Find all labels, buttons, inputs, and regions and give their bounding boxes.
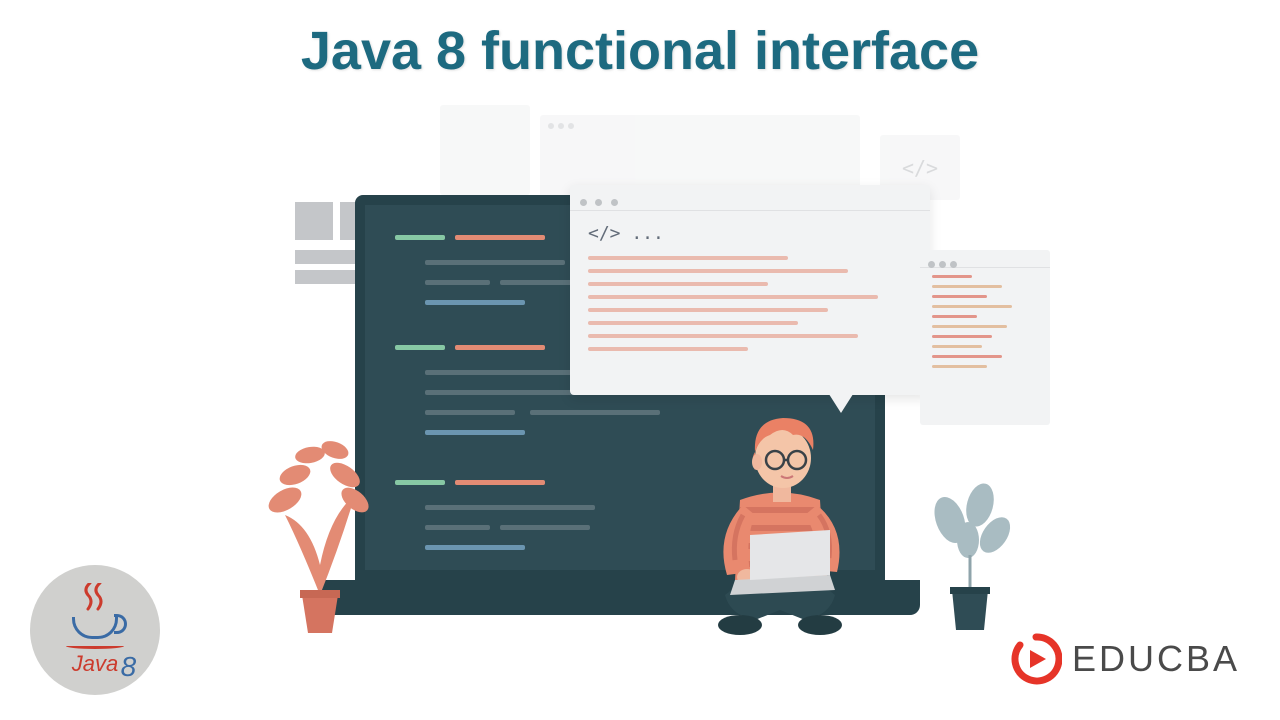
- plant-left-icon: [260, 415, 380, 635]
- traffic-light-icon: [595, 199, 602, 206]
- educba-mark-icon: [1010, 633, 1062, 685]
- bubble-header: [570, 185, 930, 211]
- java-version: 8: [121, 651, 137, 683]
- plant-right-icon: [920, 475, 1020, 635]
- educba-logo: EDUCBA: [1010, 633, 1240, 685]
- saucer-icon: [66, 643, 124, 649]
- educba-text: EDUCBA: [1072, 638, 1240, 680]
- side-code-panel: [920, 250, 1050, 425]
- java-text: Java: [72, 651, 118, 676]
- coffee-cup-icon: [72, 617, 118, 639]
- hero-illustration: </>: [240, 105, 1040, 665]
- java8-badge-icon: Java 8: [30, 565, 160, 695]
- person-illustration: [655, 380, 905, 640]
- page-title: Java 8 functional interface: [0, 20, 1280, 82]
- speech-bubble-code: </> ...: [570, 185, 930, 395]
- steam-icon: [76, 583, 114, 611]
- traffic-light-icon: [580, 199, 587, 206]
- java-label: Java 8: [72, 651, 118, 677]
- bg-window-small: [440, 105, 530, 195]
- bubble-code-text: </> ...: [570, 211, 930, 256]
- traffic-light-icon: [611, 199, 618, 206]
